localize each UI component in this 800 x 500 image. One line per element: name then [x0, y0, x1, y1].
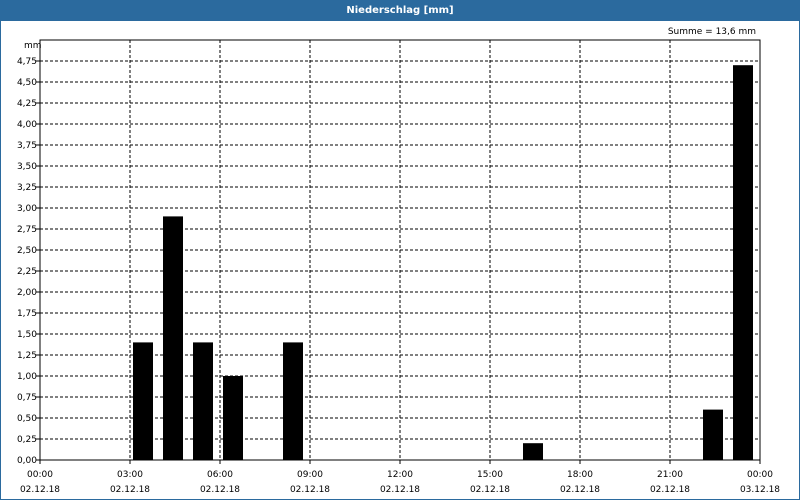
precipitation-bar: [703, 409, 723, 460]
y-tick-label: 3,00: [17, 204, 37, 214]
x-axis-ticks: 00:00 02.12.18 03:00 02.12.18 06:00 02.12.18 0…: [20, 460, 780, 495]
precipitation-bar: [523, 443, 543, 460]
y-tick-label: 2,00: [17, 288, 37, 298]
y-tick-label: 4,75: [17, 57, 37, 67]
y-tick-label: 3,25: [17, 183, 37, 193]
precipitation-bar: [163, 216, 183, 460]
x-tick-time: 09:00: [297, 470, 323, 480]
y-tick-label: 2,25: [17, 267, 37, 277]
x-tick-time: 15:00: [477, 470, 503, 480]
x-tick-time: 00:00: [27, 470, 53, 480]
x-tick-time: 03:00: [117, 470, 143, 480]
y-tick-label: 4,50: [17, 78, 37, 88]
x-tick-date: 02.12.18: [200, 485, 240, 495]
x-tick-date: 02.12.18: [650, 485, 690, 495]
x-tick-time: 00:00: [747, 470, 773, 480]
y-tick-label: 3,50: [17, 162, 37, 172]
precipitation-bar: [223, 376, 243, 460]
precipitation-bar: [733, 65, 753, 460]
y-tick-label: 1,50: [17, 330, 37, 340]
y-tick-label: 4,25: [17, 99, 37, 109]
x-tick-time: 06:00: [207, 470, 233, 480]
y-tick-label: 4,00: [17, 120, 37, 130]
x-tick-date: 02.12.18: [290, 485, 330, 495]
y-tick-label: 1,00: [17, 372, 37, 382]
y-tick-label: 3,75: [17, 141, 37, 151]
y-tick-label: 0,25: [17, 435, 37, 445]
x-tick-date: 02.12.18: [560, 485, 600, 495]
y-tick-label: 0,50: [17, 414, 37, 424]
precipitation-chart: 0,00 0,25 0,50 0,75 1,00 1,25 1,50 1,75 2,00 2,25…: [17, 27, 780, 495]
x-tick-date: 02.12.18: [110, 485, 150, 495]
x-tick-time: 12:00: [387, 470, 413, 480]
y-tick-label: 2,75: [17, 225, 37, 235]
precipitation-bar: [193, 342, 213, 460]
precipitation-bar: [283, 342, 303, 460]
x-tick-date: 02.12.18: [470, 485, 510, 495]
sum-annotation: Summe = 13,6 mm: [668, 27, 756, 37]
y-axis-ticks: 0,00 0,25 0,50 0,75 1,00 1,25 1,50 1,75 2,00 2,25…: [17, 57, 40, 466]
y-tick-label: 1,75: [17, 309, 37, 319]
y-tick-label: 1,25: [17, 351, 37, 361]
y-tick-label: 2,50: [17, 246, 37, 256]
x-tick-time: 21:00: [657, 470, 683, 480]
y-tick-label: 0,00: [17, 456, 37, 466]
x-tick-date: 03.12.18: [740, 485, 780, 495]
y-tick-label: 0,75: [17, 393, 37, 403]
x-tick-date: 02.12.18: [20, 485, 60, 495]
x-tick-date: 02.12.18: [380, 485, 420, 495]
y-axis-unit: mm: [24, 41, 42, 51]
x-tick-time: 18:00: [567, 470, 593, 480]
precipitation-bar: [133, 342, 153, 460]
